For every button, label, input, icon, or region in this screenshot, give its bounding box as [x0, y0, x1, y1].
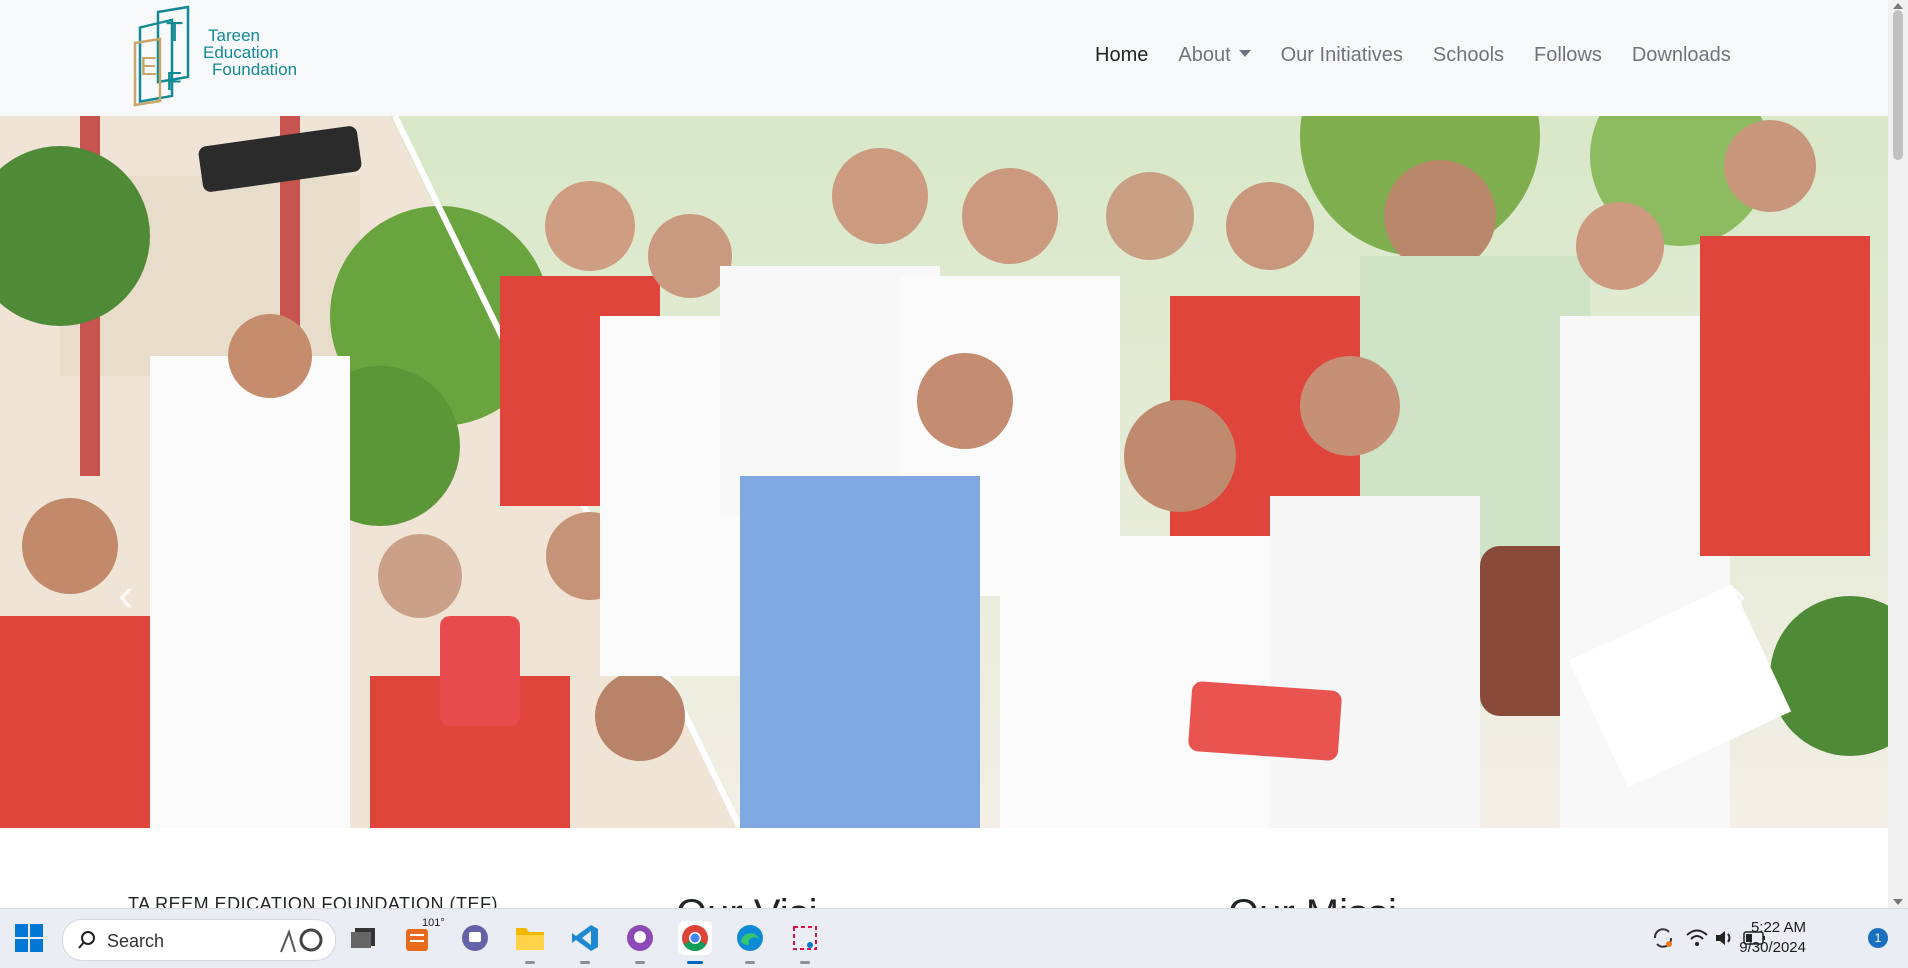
taskbar-search[interactable]: Search [62, 919, 336, 961]
running-indicator [525, 961, 535, 964]
weather-icon[interactable]: 101° [400, 917, 445, 955]
carousel-next-button[interactable]: › [1730, 568, 1746, 623]
svg-text:T: T [166, 16, 183, 47]
vision-heading: Our Visi [676, 892, 818, 908]
search-highlight-icon [280, 928, 323, 953]
running-indicator [745, 961, 755, 964]
start-icon[interactable] [12, 921, 46, 955]
nav-about[interactable]: About [1163, 44, 1265, 67]
notification-badge[interactable]: 1 [1868, 928, 1888, 948]
nav-about-label: About [1178, 44, 1231, 66]
snipping-tool-icon[interactable] [788, 921, 822, 964]
logo-text: Tareen Education Foundation [198, 27, 297, 78]
nav-our-initiatives[interactable]: Our Initiatives [1266, 44, 1418, 67]
scroll-down-arrow-icon[interactable] [1893, 899, 1903, 905]
volume-icon[interactable] [1708, 921, 1742, 955]
vscode-icon[interactable] [568, 921, 602, 964]
clock-date: 9/30/2024 [1739, 939, 1806, 956]
sync-icon[interactable] [1646, 921, 1680, 955]
hero-carousel: ‹ › [0, 116, 1888, 828]
chevron-down-icon [1238, 50, 1251, 57]
main-nav: Home About Our Initiatives Schools Follo… [1080, 44, 1746, 67]
search-icon [78, 931, 95, 949]
running-indicator [800, 961, 810, 964]
edge-icon[interactable] [733, 921, 767, 964]
carousel-prev-button[interactable]: ‹ [118, 568, 134, 623]
clock[interactable]: 5:22 AM 9/30/2024 [1739, 918, 1806, 958]
scroll-thumb[interactable] [1893, 10, 1903, 160]
svg-text:E: E [140, 51, 157, 81]
mission-heading: Our Missi [1228, 892, 1397, 908]
running-indicator [635, 961, 645, 964]
about-title: TA REEM EDICATION FOUNDATION (TEF) [128, 894, 498, 908]
search-placeholder: Search [107, 931, 165, 951]
weather-temp: 101° [422, 917, 445, 929]
logo-line-3: Foundation [212, 60, 298, 79]
clock-time: 5:22 AM [1750, 919, 1806, 936]
nav-downloads[interactable]: Downloads [1617, 44, 1746, 67]
nav-schools[interactable]: Schools [1418, 44, 1519, 67]
nav-follows[interactable]: Follows [1519, 44, 1617, 67]
logo-line-1: Tareen [208, 26, 260, 45]
site-logo[interactable]: E T F Tareen Education Foundation [130, 5, 310, 109]
github-desktop-icon[interactable] [623, 921, 657, 964]
logo-line-2: Education [203, 43, 279, 62]
chevron-left-icon: ‹ [118, 569, 134, 622]
teams-icon[interactable] [458, 921, 492, 955]
nav-home[interactable]: Home [1080, 44, 1163, 67]
svg-text:F: F [166, 66, 182, 96]
windows-taskbar: Search 101° 5:22 AM 9/30/2024 1 [0, 908, 1908, 968]
chrome-icon[interactable] [678, 921, 712, 964]
hero-photo [0, 116, 1888, 828]
task-view-icon[interactable] [346, 921, 380, 955]
running-indicator [580, 961, 590, 964]
active-indicator [687, 961, 703, 964]
page-scrollbar[interactable] [1888, 0, 1908, 908]
scroll-up-arrow-icon[interactable] [1893, 3, 1903, 9]
chevron-right-icon: › [1730, 569, 1746, 622]
file-explorer-icon[interactable] [513, 921, 547, 964]
navbar: E T F Tareen Education Foundation Home A… [0, 0, 1888, 116]
intro-section: TA REEM EDICATION FOUNDATION (TEF) Our V… [0, 828, 1888, 908]
